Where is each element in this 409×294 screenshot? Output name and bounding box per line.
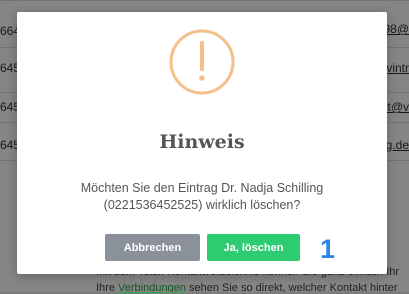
confirm-delete-dialog: Hinweis Möchten Sie den Eintrag Dr. Nadj… (17, 12, 387, 274)
dialog-title: Hinweis (159, 131, 245, 153)
dialog-message-line: (0221536452525) wirklich löschen? (103, 198, 301, 212)
dialog-message: Möchten Sie den Eintrag Dr. Nadja Schill… (37, 180, 367, 214)
confirm-delete-button[interactable]: Ja, löschen (207, 234, 300, 261)
exclamation-circle-icon (169, 29, 235, 95)
step-annotation-number: 1 (320, 234, 336, 264)
cancel-button[interactable]: Abbrechen (105, 234, 200, 261)
dialog-message-line: Möchten Sie den Eintrag Dr. Nadja Schill… (80, 181, 324, 195)
